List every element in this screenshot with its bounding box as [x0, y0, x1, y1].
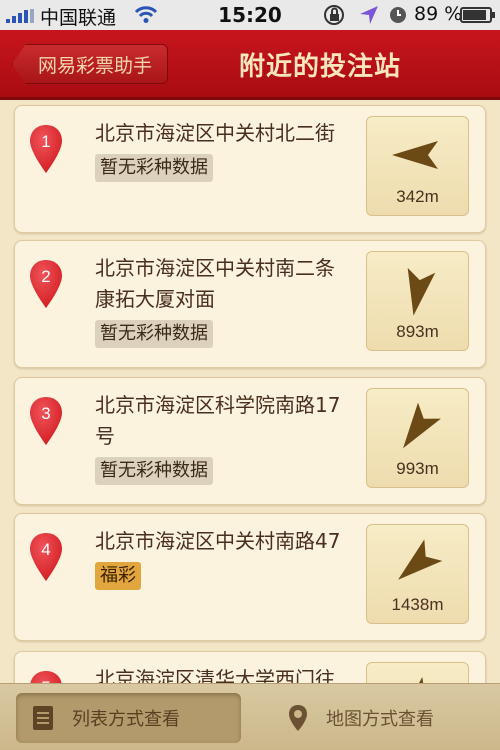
lottery-type-badge: 福彩	[95, 562, 141, 590]
station-card[interactable]: 2 北京市海淀区中关村南二条 康拓大厦对面暂无彩种数据 893m	[14, 240, 486, 368]
direction-arrow-icon	[407, 267, 436, 316]
status-bar: 中国联通 15:20 89 %	[0, 0, 500, 30]
lottery-type-badge: 暂无彩种数据	[95, 457, 213, 485]
address-line: 北京海淀区清华大学西门往	[95, 667, 335, 683]
map-pin-icon: 5	[29, 670, 63, 683]
direction-distance-box	[366, 662, 469, 683]
distance-label: 893m	[396, 322, 439, 341]
distance-label: 993m	[396, 459, 439, 478]
station-address: 北京海淀区清华大学西门往	[95, 664, 365, 683]
lottery-type-badge: 暂无彩种数据	[95, 320, 213, 348]
address-line: 北京市海淀区中关村北二街	[95, 121, 335, 145]
station-index: 3	[41, 404, 51, 423]
back-button[interactable]: 网易彩票助手	[12, 44, 168, 84]
station-address: 北京市海淀区科学院南路17 号暂无彩种数据	[95, 390, 365, 485]
address-line: 北京市海淀区中关村南路47	[95, 529, 341, 553]
station-address: 北京市海淀区中关村南二条 康拓大厦对面暂无彩种数据	[95, 253, 365, 348]
address-line: 康拓大厦对面	[95, 287, 215, 311]
distance-label: 342m	[396, 187, 439, 206]
station-card[interactable]: 1 北京市海淀区中关村北二街暂无彩种数据 342m	[14, 105, 486, 233]
direction-arrow-icon	[392, 141, 438, 169]
station-index: 1	[41, 132, 51, 151]
alarm-clock-icon	[390, 7, 406, 23]
tab-map-view[interactable]: 地图方式查看	[272, 693, 487, 743]
tab-map-label: 地图方式查看	[326, 709, 434, 730]
station-index: 2	[41, 267, 51, 286]
tab-list-label: 列表方式查看	[72, 709, 180, 730]
navigation-bar: 网易彩票助手 附近的投注站	[0, 30, 500, 100]
map-pin-icon: 2	[29, 259, 63, 309]
location-arrow-icon	[360, 6, 378, 24]
station-list[interactable]: 1 北京市海淀区中关村北二街暂无彩种数据 342m 2 北京市海淀区中关村南二条 康拓大厦…	[0, 103, 500, 683]
direction-arrow-icon	[403, 402, 441, 449]
map-pin-icon	[289, 705, 307, 731]
map-pin-icon: 4	[29, 532, 63, 582]
tab-list-view[interactable]: 列表方式查看	[16, 693, 241, 743]
battery-percent: 89 %	[414, 3, 463, 25]
station-card[interactable]: 5 北京海淀区清华大学西门往	[14, 651, 486, 683]
direction-arrow-icon	[399, 676, 443, 683]
map-pin-icon: 3	[29, 396, 63, 446]
lottery-type-badge: 暂无彩种数据	[95, 154, 213, 182]
station-index: 4	[41, 540, 51, 559]
rotation-lock-icon	[324, 5, 344, 25]
direction-arrow-icon	[398, 539, 443, 580]
page-title: 附近的投注站	[238, 52, 401, 82]
map-pin-icon: 1	[29, 124, 63, 174]
station-card[interactable]: 3 北京市海淀区科学院南路17 号暂无彩种数据 993m	[14, 377, 486, 505]
station-card[interactable]: 4 北京市海淀区中关村南路47 福彩 1438m	[14, 513, 486, 641]
address-line: 北京市海淀区科学院南路17	[95, 393, 341, 417]
list-document-icon	[33, 706, 53, 730]
station-address: 北京市海淀区中关村南路47 福彩	[95, 526, 365, 590]
direction-distance-box: 1438m	[366, 524, 469, 624]
direction-distance-box: 993m	[366, 388, 469, 488]
address-line: 号	[95, 424, 115, 448]
battery-icon	[460, 7, 495, 23]
distance-label: 1438m	[391, 595, 444, 614]
direction-distance-box: 893m	[366, 251, 469, 351]
direction-distance-box: 342m	[366, 116, 469, 216]
address-line: 北京市海淀区中关村南二条	[95, 256, 335, 280]
tab-bar: 列表方式查看 地图方式查看	[0, 683, 500, 750]
station-address: 北京市海淀区中关村北二街暂无彩种数据	[95, 118, 365, 182]
